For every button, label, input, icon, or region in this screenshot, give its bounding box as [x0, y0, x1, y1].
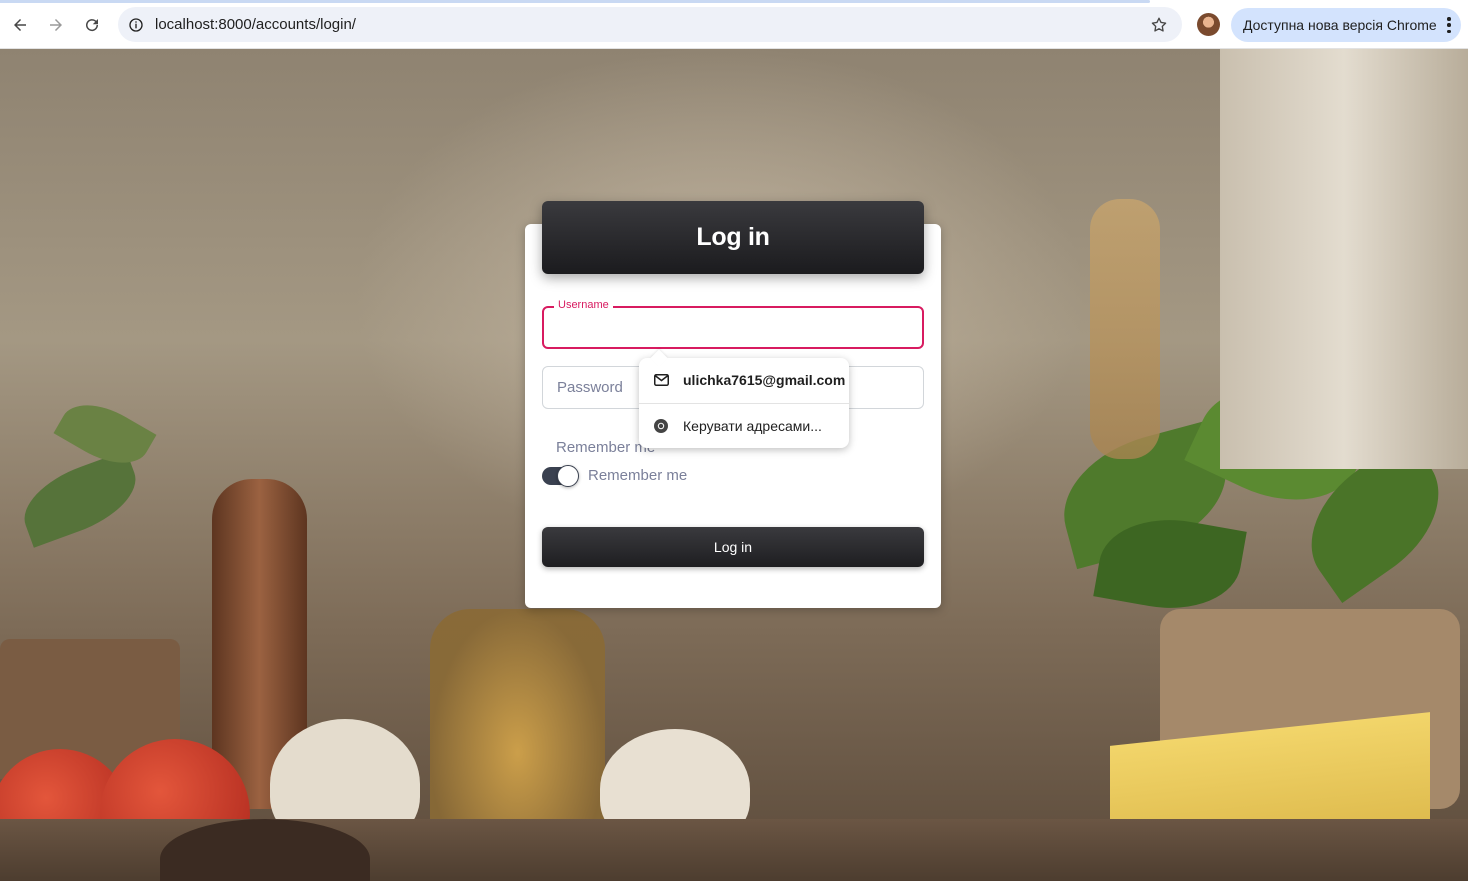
loading-indicator: [0, 0, 1150, 3]
star-icon: [1151, 17, 1167, 32]
arrow-left-icon: [14, 19, 26, 31]
reload-button[interactable]: [74, 7, 110, 43]
chrome-update-button[interactable]: Доступна нова версія Chrome: [1231, 8, 1461, 42]
autofill-suggestion[interactable]: ulichka7615@gmail.com: [639, 358, 849, 402]
forward-button[interactable]: [38, 7, 74, 43]
kebab-icon: [1447, 17, 1451, 33]
browser-toolbar: localhost:8000/accounts/login/ Доступна …: [0, 0, 1468, 49]
site-info-button[interactable]: [121, 10, 151, 40]
profile-avatar[interactable]: [1197, 13, 1220, 36]
bookmark-button[interactable]: [1144, 10, 1174, 40]
address-bar[interactable]: localhost:8000/accounts/login/: [118, 7, 1182, 42]
chrome-update-label: Доступна нова версія Chrome: [1243, 17, 1437, 33]
username-field[interactable]: Username: [542, 299, 924, 349]
mail-icon: [653, 372, 669, 388]
username-input[interactable]: [544, 308, 922, 347]
toggle-knob: [557, 465, 579, 487]
autofill-suggestion-text: ulichka7615@gmail.com: [683, 372, 846, 388]
autofill-dropdown: ulichka7615@gmail.com Керувати адресами.…: [639, 358, 849, 448]
back-button[interactable]: [2, 7, 38, 43]
autofill-manage-addresses[interactable]: Керувати адресами...: [639, 404, 849, 448]
remember-me-toggle[interactable]: [542, 465, 579, 487]
chrome-icon: [653, 418, 669, 434]
remember-me-label[interactable]: Remember me: [588, 467, 687, 484]
login-title: Log in: [542, 201, 924, 274]
arrow-right-icon: [50, 19, 62, 31]
url-text[interactable]: localhost:8000/accounts/login/: [155, 16, 356, 33]
login-submit-button[interactable]: Log in: [542, 527, 924, 567]
info-icon: [129, 17, 143, 32]
reload-icon: [86, 19, 99, 32]
autofill-manage-text: Керувати адресами...: [683, 418, 822, 434]
